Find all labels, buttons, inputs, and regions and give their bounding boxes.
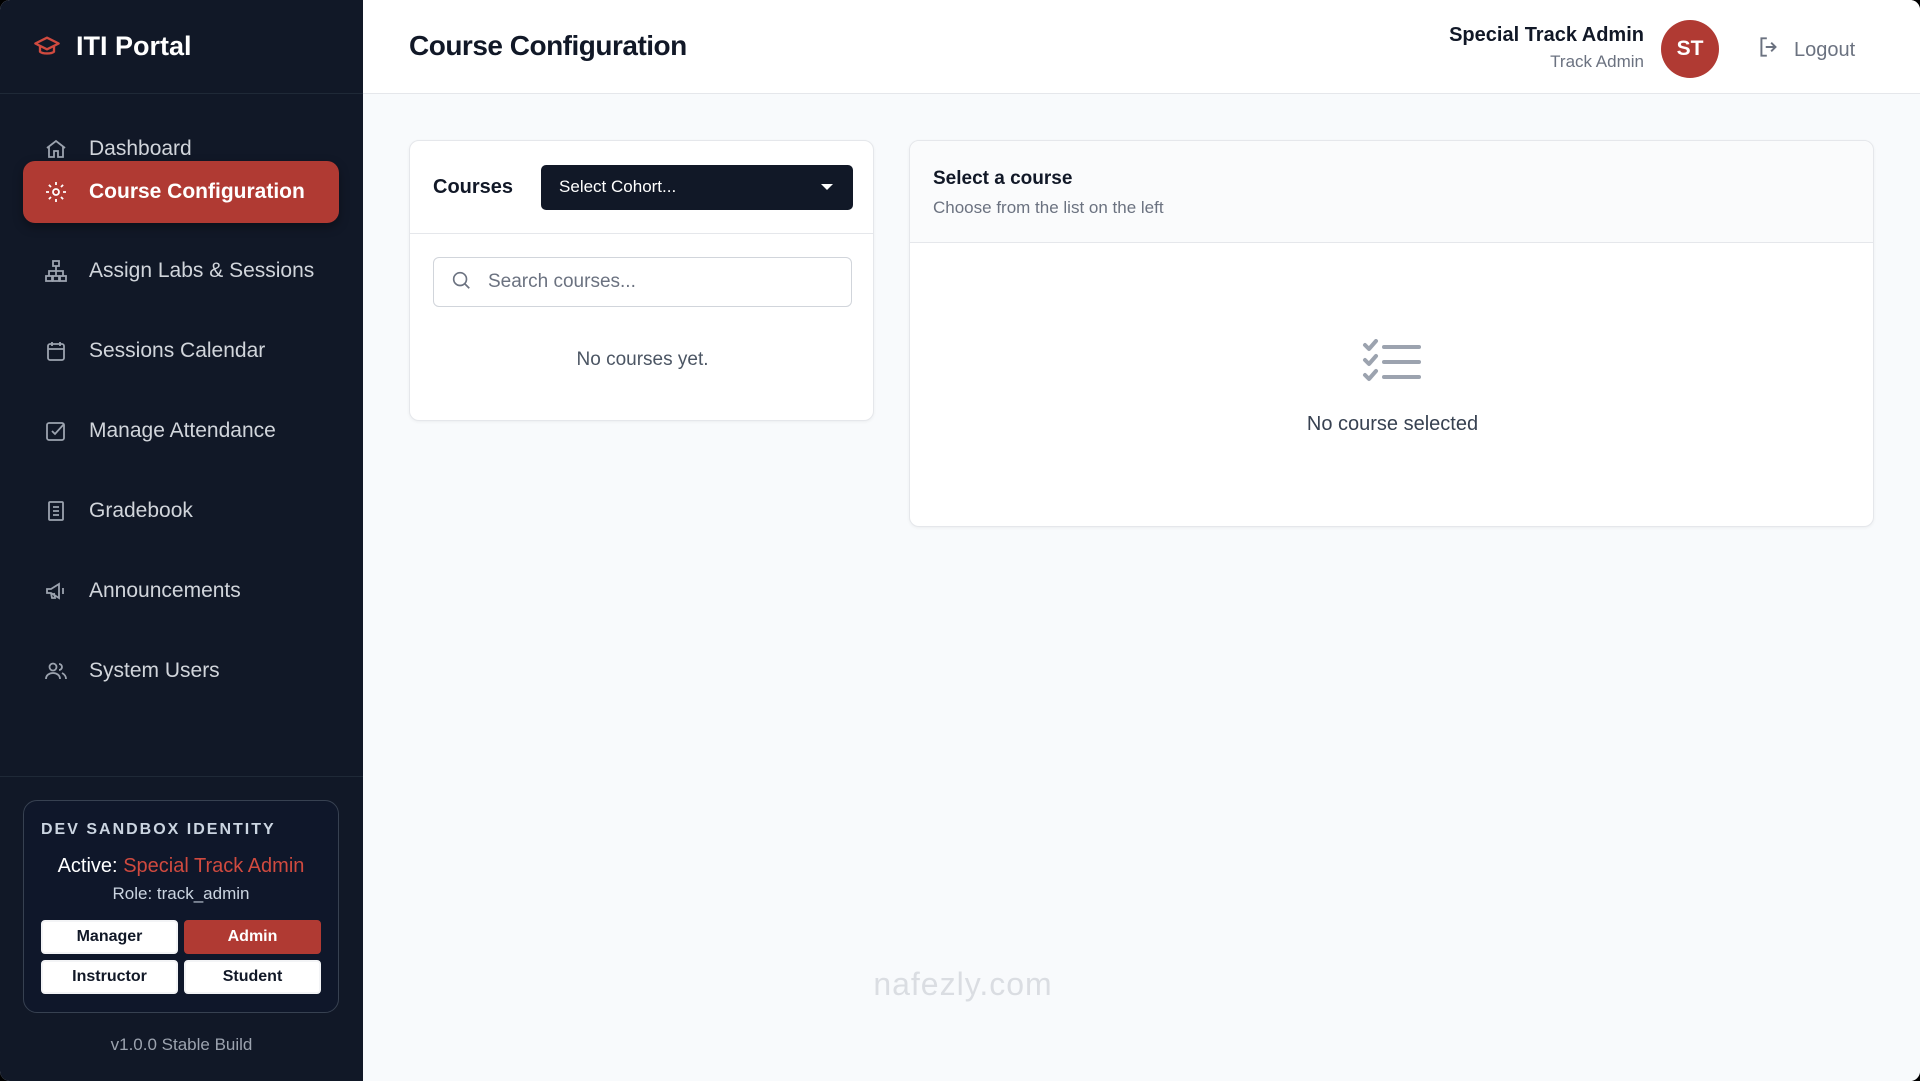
courses-empty-state: No courses yet. (576, 349, 709, 370)
sidebar-item-label: Dashboard (89, 137, 192, 160)
sandbox-title: DEV SANDBOX IDENTITY (41, 821, 276, 838)
book-icon (43, 498, 69, 524)
logout-button[interactable]: Logout (1756, 34, 1855, 66)
sandbox-active-name: Special Track Admin (123, 855, 305, 877)
brand-title: ITI Portal (76, 31, 192, 61)
user-name: Special Track Admin (1449, 24, 1644, 46)
page-title: Course Configuration (409, 30, 687, 61)
course-detail-panel: Select a course Choose from the list on … (909, 140, 1874, 527)
sidebar-item-label: Assign Labs & Sessions (89, 259, 315, 282)
sidebar-item-label: Course Configuration (89, 180, 305, 203)
role-admin-button[interactable]: Admin (184, 920, 321, 954)
sandbox-role: Role: track_admin (112, 884, 250, 903)
app-window: ITI Portal Dashboard Course Configuratio… (0, 0, 1920, 1081)
user-info: Special Track Admin Track Admin (1449, 24, 1644, 72)
course-search[interactable] (433, 257, 852, 307)
sidebar-item-label: Manage Attendance (89, 419, 276, 442)
dev-sandbox-panel: DEV SANDBOX IDENTITY Active: Special Tra… (23, 800, 339, 1013)
watermark: nafezly.com (873, 966, 1053, 1002)
brand[interactable]: ITI Portal (0, 0, 363, 94)
graduation-cap-icon (32, 32, 62, 62)
sidebar-item-label: System Users (89, 659, 220, 682)
sidebar-divider (0, 776, 363, 777)
sidebar-item-label: Sessions Calendar (89, 339, 266, 362)
course-detail-title: Select a course (933, 168, 1073, 189)
version-label: v1.0.0 Stable Build (110, 1035, 253, 1054)
courses-panel-header: Courses Select Cohort... (410, 141, 873, 234)
sidebar-item-manage-attendance[interactable]: Manage Attendance (23, 400, 339, 462)
sidebar-item-gradebook[interactable]: Gradebook (23, 480, 339, 542)
role-student-button[interactable]: Student (184, 960, 321, 994)
courses-label: Courses (433, 175, 514, 198)
course-detail-empty-state: No course selected (1306, 413, 1479, 435)
caret-down-icon (821, 184, 834, 190)
calendar-icon (43, 338, 69, 364)
sidebar-item-label: Gradebook (89, 499, 193, 522)
hierarchy-icon (43, 258, 69, 284)
search-icon (450, 269, 472, 296)
role-manager-button[interactable]: Manager (41, 920, 178, 954)
logout-icon (1756, 34, 1782, 66)
search-input[interactable] (488, 271, 828, 293)
sandbox-active-identity: Active: Special Track Admin (41, 855, 321, 878)
sidebar-item-announcements[interactable]: Announcements (23, 560, 339, 622)
sidebar-item-course-configuration[interactable]: Course Configuration (23, 161, 339, 223)
users-icon (43, 658, 69, 684)
courses-panel: Courses Select Cohort... No courses yet. (409, 140, 874, 421)
avatar[interactable]: ST (1661, 20, 1719, 78)
topbar: Course Configuration Special Track Admin… (363, 0, 1920, 94)
role-switcher: Manager Admin Instructor Student (41, 920, 321, 994)
sidebar: ITI Portal Dashboard Course Configuratio… (0, 0, 363, 1081)
home-icon (43, 136, 69, 162)
role-instructor-button[interactable]: Instructor (41, 960, 178, 994)
sidebar-item-assign-labs[interactable]: Assign Labs & Sessions (23, 240, 339, 302)
check-square-icon (43, 418, 69, 444)
user-role: Track Admin (1550, 52, 1644, 71)
cohort-select-value: Select Cohort... (559, 177, 677, 196)
logout-label: Logout (1794, 38, 1856, 61)
course-detail-header: Select a course Choose from the list on … (910, 141, 1873, 243)
sidebar-item-label: Announcements (89, 579, 241, 602)
sidebar-item-sessions-calendar[interactable]: Sessions Calendar (23, 320, 339, 382)
sandbox-active-label: Active: (57, 855, 118, 877)
course-detail-subtitle: Choose from the list on the left (933, 198, 1164, 217)
checklist-icon (1363, 339, 1421, 381)
main-content: Course Configuration Special Track Admin… (363, 0, 1920, 1081)
gear-icon (43, 179, 69, 205)
sidebar-item-system-users[interactable]: System Users (23, 640, 339, 702)
cohort-select[interactable]: Select Cohort... (541, 164, 854, 210)
megaphone-icon (43, 578, 69, 604)
